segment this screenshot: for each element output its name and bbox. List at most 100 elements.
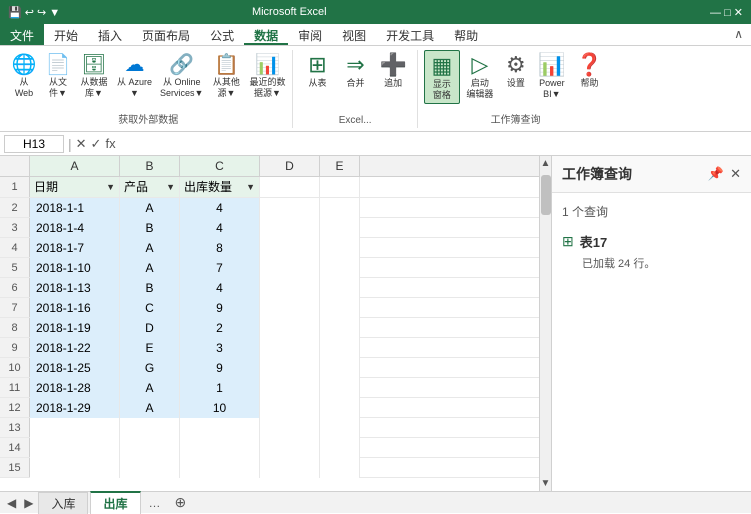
btn-start-editor[interactable]: ▷ 启动编辑器 — [462, 50, 498, 102]
tab-chuku[interactable]: 出库 — [90, 491, 140, 514]
dropdown-arrow-c[interactable]: ▼ — [246, 177, 255, 197]
cell[interactable]: 4 — [180, 198, 260, 218]
tab-dev[interactable]: 开发工具 — [376, 24, 444, 45]
cell[interactable]: 4 — [180, 278, 260, 298]
btn-recent[interactable]: 📊 最近的数据源▼ — [246, 50, 288, 101]
cell[interactable] — [260, 398, 320, 418]
tab-layout[interactable]: 页面布局 — [132, 24, 200, 45]
insert-function-icon[interactable]: fx — [105, 136, 115, 151]
cell-b1[interactable]: 产品 ▼ — [120, 177, 180, 197]
cell[interactable]: C — [120, 298, 180, 318]
cell[interactable] — [180, 418, 260, 438]
btn-show-pane[interactable]: ▦ 显示窗格 — [424, 50, 460, 104]
ribbon-collapse[interactable]: ∧ — [726, 24, 751, 45]
btn-help[interactable]: ❓ 帮助 — [572, 50, 607, 91]
confirm-icon[interactable]: ✓ — [91, 136, 102, 152]
tab-add[interactable]: ⊕ — [169, 492, 193, 513]
cell-e1[interactable] — [320, 177, 360, 197]
tab-insert[interactable]: 插入 — [88, 24, 132, 45]
col-header-a[interactable]: A — [30, 156, 120, 176]
cell-c1[interactable]: 出库数量 ▼ — [180, 177, 260, 197]
cell[interactable] — [260, 458, 320, 478]
tab-review[interactable]: 审阅 — [288, 24, 332, 45]
cell[interactable] — [320, 458, 360, 478]
cell[interactable]: 2018-1-28 — [30, 378, 120, 398]
tab-help[interactable]: 帮助 — [444, 24, 488, 45]
cell[interactable]: 2018-1-7 — [30, 238, 120, 258]
cell[interactable]: B — [120, 218, 180, 238]
cell[interactable] — [320, 298, 360, 318]
cell[interactable] — [260, 318, 320, 338]
cell[interactable]: A — [120, 258, 180, 278]
cell[interactable]: A — [120, 398, 180, 418]
formula-input[interactable] — [120, 137, 747, 151]
cell[interactable]: 10 — [180, 398, 260, 418]
cell[interactable]: E — [120, 338, 180, 358]
cell[interactable]: B — [120, 278, 180, 298]
cell[interactable]: 7 — [180, 258, 260, 278]
scroll-thumb[interactable] — [541, 175, 551, 215]
cell[interactable] — [320, 278, 360, 298]
cell[interactable] — [30, 458, 120, 478]
cell[interactable] — [260, 438, 320, 458]
cell[interactable] — [180, 458, 260, 478]
btn-merge[interactable]: ⇒ 合并 — [339, 50, 371, 91]
cell[interactable] — [320, 338, 360, 358]
cell[interactable]: D — [120, 318, 180, 338]
cell[interactable] — [180, 438, 260, 458]
cell[interactable] — [260, 238, 320, 258]
cell[interactable]: 3 — [180, 338, 260, 358]
btn-file[interactable]: 📄 从文件▼ — [42, 50, 74, 101]
tab-ruku[interactable]: 入库 — [38, 492, 88, 514]
cell[interactable] — [260, 278, 320, 298]
cell[interactable]: 2018-1-10 — [30, 258, 120, 278]
tab-view[interactable]: 视图 — [332, 24, 376, 45]
cell[interactable] — [320, 398, 360, 418]
cell[interactable] — [320, 418, 360, 438]
cell-ref-input[interactable] — [4, 135, 64, 153]
cell[interactable]: 1 — [180, 378, 260, 398]
btn-append[interactable]: ➕ 追加 — [375, 50, 410, 91]
tab-home[interactable]: 开始 — [44, 24, 88, 45]
btn-other[interactable]: 📋 从其他源▼ — [208, 50, 244, 101]
cell[interactable] — [120, 438, 180, 458]
cell[interactable] — [120, 418, 180, 438]
cell[interactable]: 2 — [180, 318, 260, 338]
tab-data[interactable]: 数据 — [244, 24, 288, 45]
btn-db[interactable]: 🗄 从数据库▼ — [76, 50, 112, 101]
cell[interactable]: 9 — [180, 358, 260, 378]
window-controls[interactable]: — □ ✕ — [710, 6, 743, 19]
cell[interactable] — [30, 438, 120, 458]
cell[interactable] — [120, 458, 180, 478]
vertical-scrollbar[interactable]: ▲ ▼ — [539, 156, 551, 491]
cell[interactable] — [260, 338, 320, 358]
btn-online[interactable]: 🔗 从 OnlineServices▼ — [157, 50, 206, 101]
cell[interactable] — [260, 378, 320, 398]
panel-close-icon[interactable]: ✕ — [730, 166, 741, 182]
cell[interactable] — [260, 298, 320, 318]
btn-settings[interactable]: ⚙ 设置 — [500, 50, 532, 91]
cell[interactable]: 4 — [180, 218, 260, 238]
sheet-nav-next[interactable]: ▶ — [21, 496, 36, 510]
tab-formula[interactable]: 公式 — [200, 24, 244, 45]
cell[interactable] — [260, 258, 320, 278]
cell[interactable]: 8 — [180, 238, 260, 258]
dropdown-arrow-a[interactable]: ▼ — [106, 177, 115, 197]
col-header-c[interactable]: C — [180, 156, 260, 176]
cell-d1[interactable] — [260, 177, 320, 197]
cell[interactable]: A — [120, 238, 180, 258]
dropdown-arrow-b[interactable]: ▼ — [166, 177, 175, 197]
cell[interactable]: 2018-1-29 — [30, 398, 120, 418]
cancel-icon[interactable]: ✕ — [76, 136, 87, 152]
cell[interactable]: 9 — [180, 298, 260, 318]
btn-web[interactable]: 🌐 从Web — [8, 50, 40, 101]
cell[interactable] — [320, 438, 360, 458]
cell[interactable] — [260, 418, 320, 438]
cell[interactable] — [320, 238, 360, 258]
tab-file[interactable]: 文件 — [0, 24, 44, 45]
cell[interactable] — [30, 418, 120, 438]
btn-powerbi[interactable]: 📊 PowerBI▼ — [534, 50, 570, 102]
cell[interactable] — [320, 318, 360, 338]
cell-a1[interactable]: 日期 ▼ — [30, 177, 120, 197]
btn-azure[interactable]: ☁ 从 Azure▼ — [114, 50, 155, 101]
